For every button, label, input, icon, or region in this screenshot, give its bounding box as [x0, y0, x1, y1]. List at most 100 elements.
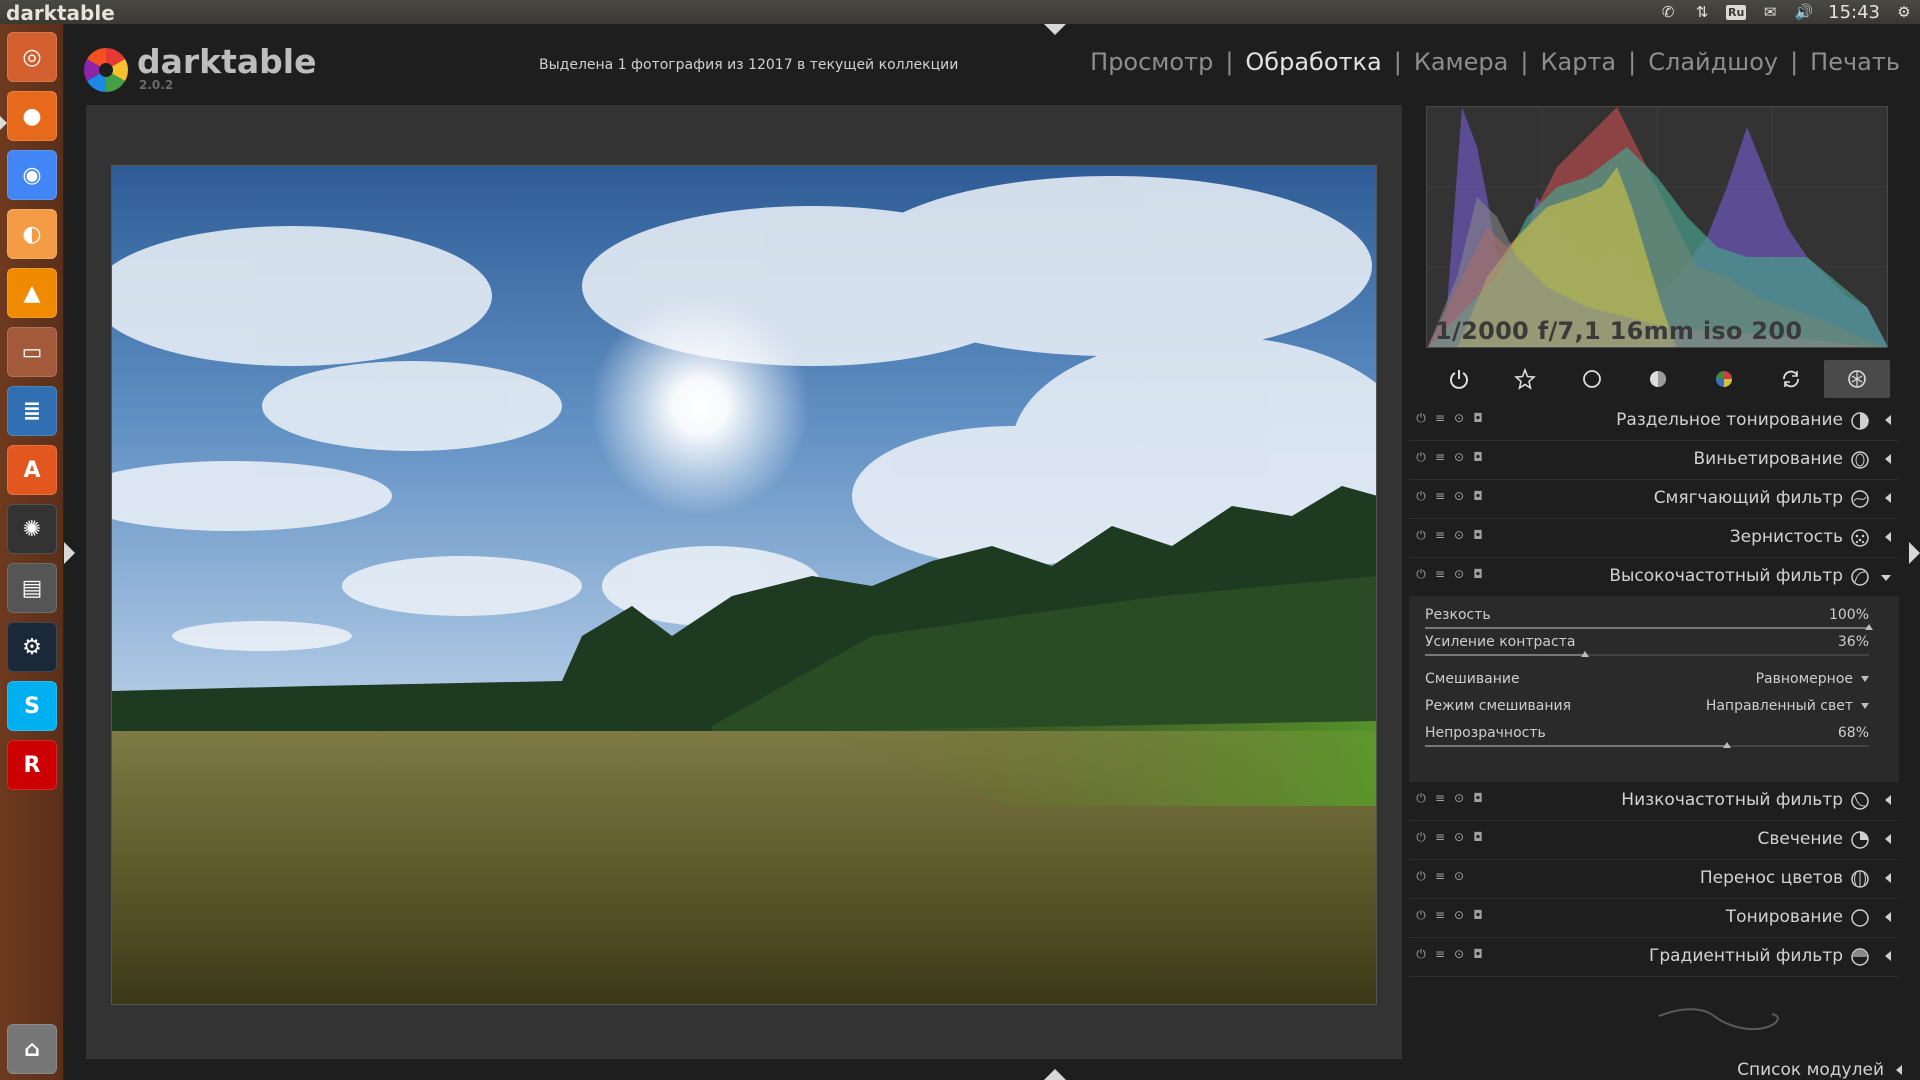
- orange-app-icon[interactable]: ◐: [7, 209, 57, 259]
- module-multi-instance-icon[interactable]: ◘: [1472, 489, 1484, 503]
- module-reset-icon[interactable]: ⊙: [1453, 830, 1465, 844]
- module-power-icon[interactable]: ⏻: [1415, 869, 1427, 883]
- rosa-icon[interactable]: R: [7, 740, 57, 790]
- left-panel-toggle-arrow[interactable]: [64, 542, 75, 564]
- favorite-star-icon[interactable]: [1492, 360, 1558, 398]
- skype-tray-icon[interactable]: ✆: [1658, 3, 1678, 21]
- module-presets-icon[interactable]: ≡: [1434, 567, 1446, 581]
- right-panel-toggle-arrow[interactable]: [1909, 542, 1920, 564]
- blend-mode-combobox[interactable]: Режим смешивания Направленный свет: [1425, 698, 1869, 718]
- module-expand-arrow-icon[interactable]: [1885, 873, 1891, 883]
- module-reset-icon[interactable]: ⊙: [1453, 450, 1465, 464]
- view-tab-3[interactable]: Карта: [1540, 48, 1616, 76]
- module-multi-instance-icon[interactable]: ◘: [1472, 908, 1484, 922]
- contrast-boost-slider-handle[interactable]: [1580, 651, 1589, 657]
- top-panel-toggle-arrow[interactable]: [1044, 24, 1066, 35]
- steam-icon[interactable]: ⚙: [7, 622, 57, 672]
- module-expand-arrow-icon[interactable]: [1885, 795, 1891, 805]
- keyboard-layout-indicator[interactable]: Ru: [1725, 4, 1747, 20]
- module-header[interactable]: ⏻ ≡ ⊙ ◘ Высокочастотный фильтр: [1409, 558, 1899, 597]
- module-expand-arrow-icon[interactable]: [1885, 912, 1891, 922]
- effects-group-icon[interactable]: [1823, 360, 1890, 398]
- software-center-icon[interactable]: A: [7, 445, 57, 495]
- module-power-icon[interactable]: ⏻: [1415, 791, 1427, 805]
- writer-icon[interactable]: ≣: [7, 386, 57, 436]
- chrome-icon[interactable]: ◉: [7, 150, 57, 200]
- module-header[interactable]: ⏻ ≡ ⊙ ◘ Виньетирование: [1409, 441, 1899, 480]
- module-power-icon[interactable]: ⏻: [1415, 830, 1427, 844]
- view-tab-0[interactable]: Просмотр: [1090, 48, 1213, 76]
- module-power-icon[interactable]: ⏻: [1415, 947, 1427, 961]
- vlc-icon[interactable]: ▲: [7, 268, 57, 318]
- module-list-button[interactable]: Список модулей: [1737, 1060, 1902, 1080]
- module-header[interactable]: ⏻ ≡ ⊙ ◘ Тонирование: [1409, 899, 1899, 938]
- module-header[interactable]: ⏻ ≡ ⊙ Перенос цветов: [1409, 860, 1899, 899]
- module-expand-arrow-icon[interactable]: [1885, 834, 1891, 844]
- module-expand-arrow-icon[interactable]: [1885, 415, 1891, 425]
- module-presets-icon[interactable]: ≡: [1434, 791, 1446, 805]
- basic-group-icon[interactable]: [1559, 360, 1625, 398]
- module-header[interactable]: ⏻ ≡ ⊙ ◘ Свечение: [1409, 821, 1899, 860]
- module-expand-arrow-icon[interactable]: [1885, 493, 1891, 503]
- color-group-icon[interactable]: [1691, 360, 1757, 398]
- files-icon[interactable]: ▭: [7, 327, 57, 377]
- view-tab-2[interactable]: Камера: [1414, 48, 1509, 76]
- module-header[interactable]: ⏻ ≡ ⊙ ◘ Смягчающий фильтр: [1409, 480, 1899, 519]
- correct-group-icon[interactable]: [1757, 360, 1823, 398]
- module-multi-instance-icon[interactable]: ◘: [1472, 411, 1484, 425]
- module-reset-icon[interactable]: ⊙: [1453, 908, 1465, 922]
- contrast-boost-slider[interactable]: Усиление контраста 36%: [1425, 634, 1869, 660]
- firefox-icon[interactable]: ●: [7, 91, 57, 141]
- module-header[interactable]: ⏻ ≡ ⊙ ◘ Зернистость: [1409, 519, 1899, 558]
- network-icon[interactable]: ⇅: [1692, 3, 1712, 21]
- module-reset-icon[interactable]: ⊙: [1453, 947, 1465, 961]
- module-presets-icon[interactable]: ≡: [1434, 947, 1446, 961]
- trash-icon[interactable]: ⌂: [7, 1024, 57, 1074]
- module-multi-instance-icon[interactable]: ◘: [1472, 830, 1484, 844]
- module-expand-arrow-icon[interactable]: [1885, 951, 1891, 961]
- opacity-slider[interactable]: Непрозрачность 68%: [1425, 725, 1869, 751]
- module-power-icon[interactable]: ⏻: [1415, 411, 1427, 425]
- view-tab-1[interactable]: Обработка: [1245, 48, 1381, 76]
- volume-icon[interactable]: 🔊: [1794, 3, 1814, 21]
- module-multi-instance-icon[interactable]: ◘: [1472, 528, 1484, 542]
- clock[interactable]: 15:43: [1828, 2, 1880, 23]
- module-presets-icon[interactable]: ≡: [1434, 528, 1446, 542]
- module-expand-arrow-icon[interactable]: [1885, 532, 1891, 542]
- ubuntu-dash-icon[interactable]: ◎: [7, 32, 57, 82]
- module-header[interactable]: ⏻ ≡ ⊙ ◘ Градиентный фильтр: [1409, 938, 1899, 977]
- sharpness-slider-handle[interactable]: [1865, 624, 1873, 630]
- module-power-icon[interactable]: ⏻: [1415, 908, 1427, 922]
- module-reset-icon[interactable]: ⊙: [1453, 869, 1465, 883]
- module-presets-icon[interactable]: ≡: [1434, 869, 1446, 883]
- scanner-icon[interactable]: ▤: [7, 563, 57, 613]
- blend-combobox[interactable]: Смешивание Равномерное: [1425, 671, 1869, 691]
- module-expand-arrow-icon[interactable]: [1881, 575, 1891, 581]
- module-presets-icon[interactable]: ≡: [1434, 450, 1446, 464]
- sharpness-slider[interactable]: Резкость 100%: [1425, 607, 1873, 633]
- module-presets-icon[interactable]: ≡: [1434, 830, 1446, 844]
- photo-preview[interactable]: [111, 165, 1377, 1005]
- module-header[interactable]: ⏻ ≡ ⊙ ◘ Раздельное тонирование: [1409, 402, 1899, 441]
- module-power-icon[interactable]: ⏻: [1415, 450, 1427, 464]
- opacity-slider-handle[interactable]: [1722, 742, 1731, 748]
- module-reset-icon[interactable]: ⊙: [1453, 411, 1465, 425]
- module-expand-arrow-icon[interactable]: [1885, 454, 1891, 464]
- power-icon[interactable]: [1426, 360, 1492, 398]
- darktable-icon[interactable]: ✺: [7, 504, 57, 554]
- module-reset-icon[interactable]: ⊙: [1453, 528, 1465, 542]
- module-multi-instance-icon[interactable]: ◘: [1472, 567, 1484, 581]
- view-tab-5[interactable]: Печать: [1810, 48, 1900, 76]
- skype-icon[interactable]: S: [7, 681, 57, 731]
- module-multi-instance-icon[interactable]: ◘: [1472, 450, 1484, 464]
- module-multi-instance-icon[interactable]: ◘: [1472, 947, 1484, 961]
- module-power-icon[interactable]: ⏻: [1415, 567, 1427, 581]
- module-presets-icon[interactable]: ≡: [1434, 908, 1446, 922]
- module-power-icon[interactable]: ⏻: [1415, 528, 1427, 542]
- settings-gear-icon[interactable]: ⚙: [1894, 3, 1914, 21]
- module-reset-icon[interactable]: ⊙: [1453, 567, 1465, 581]
- module-presets-icon[interactable]: ≡: [1434, 411, 1446, 425]
- module-reset-icon[interactable]: ⊙: [1453, 489, 1465, 503]
- tone-group-icon[interactable]: [1625, 360, 1691, 398]
- view-tab-4[interactable]: Слайдшоу: [1648, 48, 1778, 76]
